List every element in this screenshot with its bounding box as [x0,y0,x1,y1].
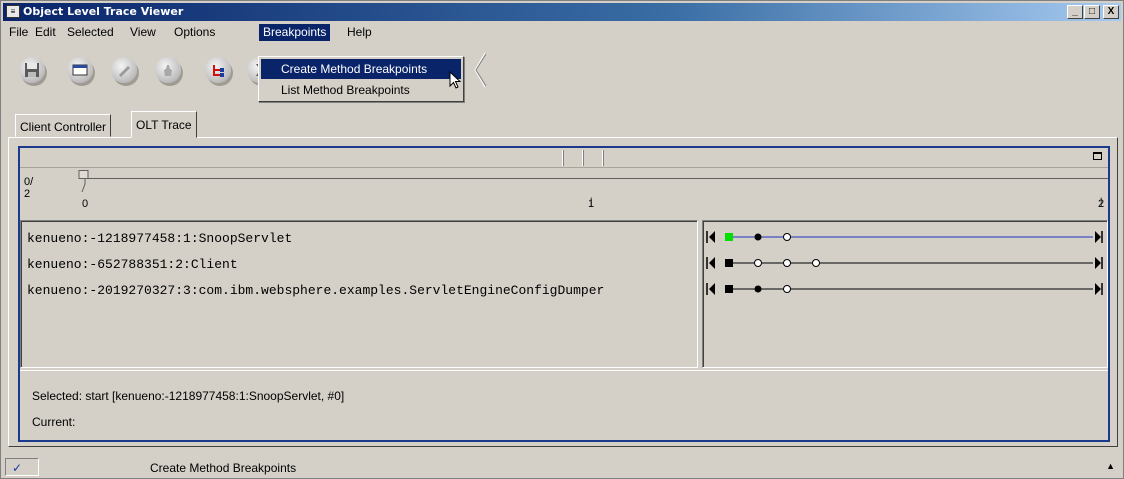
olt-trace-panel: 0/ 2 0 | 1 | 2 kenueno:-1218977458:1:Sno… [8,137,1118,447]
time-ruler: 0/ 2 0 | 1 | 2 [20,168,1108,220]
event-marker[interactable] [754,233,762,241]
tab-olt-trace[interactable]: OLT Trace [131,111,197,138]
pencil-button[interactable] [111,57,137,83]
splitter-handle[interactable] [602,150,604,166]
save-icon [25,63,39,77]
event-marker[interactable] [783,233,791,241]
lane-right-arrow-icon[interactable] [1095,283,1101,295]
current-text: Current: [32,415,76,429]
ruler-label-bottom: 2 [24,188,31,200]
mouse-cursor-icon [449,71,462,89]
ruler-label-top: 0/ [24,176,34,188]
minimize-button[interactable]: _ [1067,5,1083,19]
event-marker[interactable] [812,259,820,267]
trace-view: 0/ 2 0 | 1 | 2 kenueno:-1218977458:1:Sno… [18,146,1110,442]
event-marker[interactable] [783,259,791,267]
toolbar-grip [474,52,487,88]
ruler-tick-label: 1 [588,198,595,210]
ruler-tick-label: 2 [1098,198,1105,210]
menu-item-create-method-breakpoints[interactable]: Create Method Breakpoints [261,59,461,79]
maximize-icon[interactable] [1093,152,1102,160]
event-marker[interactable] [754,285,762,293]
trace-list: kenueno:-1218977458:1:SnoopServlet kenue… [20,220,698,368]
window-icon [72,64,88,76]
status-check-icon: ✓ [5,458,39,476]
lane-right-arrow-icon[interactable] [1095,231,1101,243]
menu-options[interactable]: Options [170,24,219,41]
tree-button[interactable] [205,57,231,83]
event-lanes-canvas [706,231,1103,295]
close-button[interactable]: X [1103,5,1119,19]
menu-edit[interactable]: Edit [31,24,60,41]
hand-icon [164,65,172,76]
menu-breakpoints[interactable]: Breakpoints [259,24,331,41]
menu-help[interactable]: Help [343,24,376,41]
scroll-up-icon[interactable]: ▲ [1106,461,1115,471]
title-bar[interactable]: ≡ Object Level Trace Viewer _ □ X [3,3,1121,21]
breakpoints-menu: Create Method Breakpoints List Method Br… [258,56,464,102]
trace-row[interactable]: kenueno:-652788351:2:Client [27,257,238,272]
application-window: ≡ Object Level Trace Viewer _ □ X File E… [0,0,1124,479]
lane-right-arrow-icon[interactable] [1095,257,1101,269]
hand-button[interactable] [155,57,181,83]
menu-bar: File Edit Selected View Options Breakpoi… [3,22,1121,42]
menu-item-list-method-breakpoints[interactable]: List Method Breakpoints [261,80,461,100]
ruler-line [88,178,1108,179]
lane-left-arrow-icon[interactable] [709,283,715,295]
menu-selected[interactable]: Selected [63,24,118,41]
lane-left-arrow-icon[interactable] [709,231,715,243]
window-controls: _ □ X [1066,5,1119,19]
event-lanes [702,220,1108,368]
lane-left-arrow-icon[interactable] [709,257,715,269]
app-icon[interactable]: ≡ [6,5,20,18]
event-marker[interactable] [725,233,733,241]
save-button[interactable] [19,57,45,83]
toolbar [3,45,1121,97]
menu-file[interactable]: File [5,24,32,41]
event-marker[interactable] [725,259,733,267]
event-marker[interactable] [725,285,733,293]
window-button[interactable] [67,57,93,83]
selected-text: Selected: start [kenueno:-1218977458:1:S… [32,389,345,403]
window-title: Object Level Trace Viewer [23,5,184,18]
event-marker[interactable] [754,259,762,267]
ruler-tick-label: 0 [82,198,89,210]
selection-info: Selected: start [kenueno:-1218977458:1:S… [20,370,1108,440]
menu-view[interactable]: View [126,24,160,41]
event-marker[interactable] [783,285,791,293]
tree-icon [213,65,224,77]
timeline-header [20,148,1108,168]
ruler-slider-handle[interactable] [78,170,90,192]
status-message: Create Method Breakpoints [150,461,297,475]
maximize-button[interactable]: □ [1084,5,1100,19]
splitter-handle[interactable] [582,150,584,166]
trace-row[interactable]: kenueno:-2019270327:3:com.ibm.websphere.… [27,283,604,298]
pencil-icon [119,66,130,77]
trace-row[interactable]: kenueno:-1218977458:1:SnoopServlet [27,231,292,246]
status-bar: ✓ Create Method Breakpoints ▲ [3,457,1121,477]
splitter-handle[interactable] [562,150,564,166]
tab-client-controller[interactable]: Client Controller [15,114,112,137]
